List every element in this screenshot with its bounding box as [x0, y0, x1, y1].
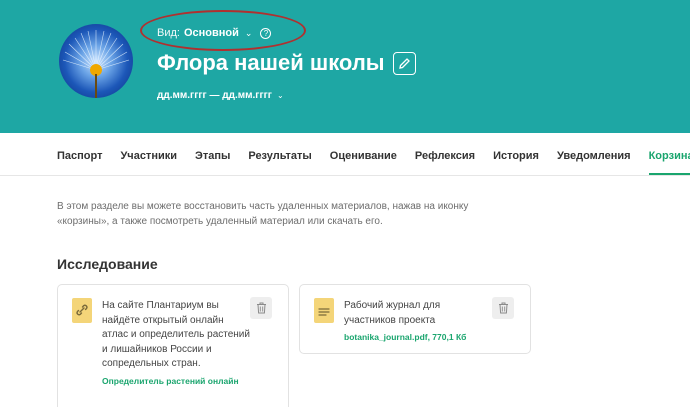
tab-results[interactable]: Результаты: [248, 150, 311, 175]
section-title: Исследование: [57, 256, 158, 272]
chevron-down-icon[interactable]: ⌄: [245, 28, 253, 39]
tab-divider: [0, 175, 690, 176]
view-selector[interactable]: Вид: Основной ⌄ ?: [157, 27, 272, 39]
view-value[interactable]: Основной: [184, 27, 239, 39]
restore-button[interactable]: [492, 297, 514, 319]
card-text: Рабочий журнал для участников проекта: [344, 300, 441, 326]
trash-info-text: В этом разделе вы можете восстановить ча…: [57, 201, 469, 227]
help-icon[interactable]: ?: [260, 27, 272, 39]
card-text: На сайте Плантариум вы найдёте открытый …: [102, 300, 250, 369]
tab-evaluation[interactable]: Оценивание: [330, 150, 397, 175]
project-header: Вид: Основной ⌄ ? Флора нашей школы дд.м…: [0, 0, 690, 133]
tab-reflection[interactable]: Рефлексия: [415, 150, 475, 175]
card-description: На сайте Плантариум вы найдёте открытый …: [102, 299, 252, 388]
tab-notifications[interactable]: Уведомления: [557, 150, 631, 175]
view-label: Вид:: [157, 27, 180, 39]
tab-passport[interactable]: Паспорт: [57, 150, 102, 175]
pencil-icon: [398, 57, 410, 69]
material-card[interactable]: На сайте Плантариум вы найдёте открытый …: [57, 284, 289, 407]
restore-button[interactable]: [250, 297, 272, 319]
tab-bar: Паспорт Участники Этапы Результаты Оценивани…: [57, 150, 690, 175]
card-link[interactable]: Определитель растений онлайн: [102, 374, 252, 389]
date-range[interactable]: дд.мм.гггг — дд.мм.гггг: [157, 90, 272, 101]
chevron-down-icon[interactable]: ⌄: [277, 91, 284, 100]
link-icon: [72, 298, 92, 323]
trash-icon: [256, 302, 266, 314]
project-avatar: [59, 24, 133, 98]
file-link[interactable]: botanika_journal.pdf, 770,1 Кб: [344, 330, 494, 345]
tab-trash[interactable]: Корзина: [648, 150, 690, 175]
document-icon: [314, 298, 334, 323]
trash-icon: [498, 302, 508, 314]
material-card[interactable]: Рабочий журнал для участников проекта bo…: [299, 284, 531, 354]
date-range-selector[interactable]: дд.мм.гггг — дд.мм.гггг ⌄: [157, 90, 284, 101]
tab-stages[interactable]: Этапы: [195, 150, 230, 175]
card-description: Рабочий журнал для участников проекта bo…: [344, 299, 494, 345]
project-title: Флора нашей школы: [157, 50, 385, 75]
tab-participants[interactable]: Участники: [120, 150, 177, 175]
tab-history[interactable]: История: [493, 150, 539, 175]
edit-title-button[interactable]: [392, 51, 416, 75]
title-row: Флора нашей школы: [157, 50, 416, 76]
